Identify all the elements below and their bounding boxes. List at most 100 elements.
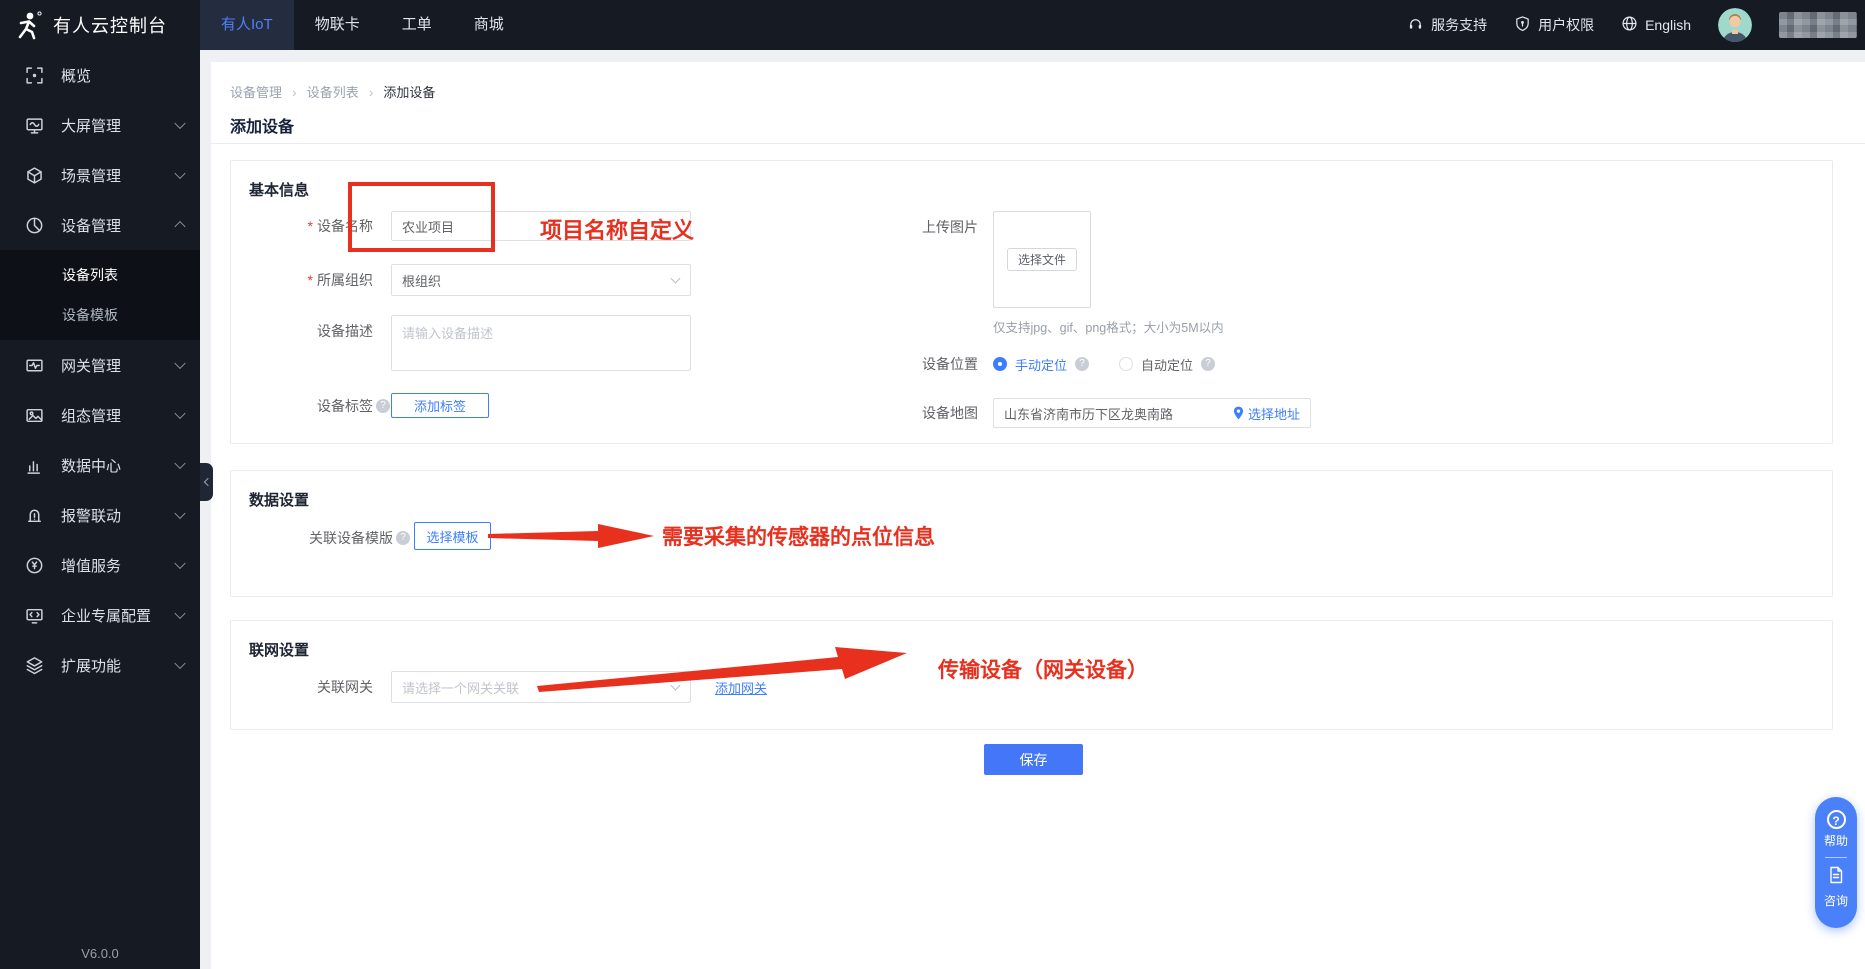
chevron-down-icon <box>174 168 185 179</box>
sidebar-item-device-list[interactable]: 设备列表 <box>0 255 200 295</box>
question-circle-icon[interactable] <box>1827 810 1846 829</box>
username-redacted[interactable] <box>1779 12 1857 38</box>
sidebar-item-scene-mgmt[interactable]: 场景管理 <box>0 150 200 200</box>
sidebar-item-gateway-mgmt[interactable]: 网关管理 <box>0 340 200 390</box>
tags-label: 设备标签 <box>231 394 373 418</box>
divider <box>1825 857 1847 858</box>
help-icon[interactable] <box>1075 357 1089 371</box>
chevron-down-icon <box>174 658 185 669</box>
layout-gutter <box>200 50 1865 62</box>
help-button[interactable]: 帮助 <box>1824 832 1848 849</box>
sidebar-item-data-center[interactable]: 数据中心 <box>0 440 200 490</box>
chevron-down-icon <box>174 118 185 129</box>
choose-address-link[interactable]: 选择地址 <box>1233 404 1300 423</box>
sidebar-item-enterprise-config[interactable]: 企业专属配置 <box>0 590 200 640</box>
version-label: V6.0.0 <box>0 946 200 961</box>
save-button[interactable]: 保存 <box>984 744 1083 775</box>
manual-location-option[interactable]: 手动定位 <box>1015 355 1067 374</box>
auto-location-radio[interactable] <box>1119 357 1133 371</box>
add-gateway-link[interactable]: 添加网关 <box>715 678 767 697</box>
device-map-label: 设备地图 <box>778 398 978 428</box>
tab-usr-iot[interactable]: 有人IoT <box>200 0 294 50</box>
gateway-icon <box>25 356 44 375</box>
breadcrumb-device-mgmt[interactable]: 设备管理 <box>230 82 282 101</box>
chevron-down-icon <box>174 358 185 369</box>
document-icon[interactable] <box>1827 866 1845 889</box>
manual-location-radio[interactable] <box>993 357 1007 371</box>
breadcrumb: 设备管理 设备列表 添加设备 <box>230 82 435 101</box>
data-settings-card: 数据设置 关联设备模版 选择模板 <box>230 470 1833 597</box>
help-icon[interactable] <box>376 399 390 413</box>
main-content: 设备管理 设备列表 添加设备 添加设备 基本信息 *设备名称 农业项目 *所属组… <box>200 50 1865 969</box>
chevron-down-icon <box>174 558 185 569</box>
big-screen-icon <box>25 116 44 135</box>
chevron-down-icon <box>174 408 185 419</box>
monitor-code-icon <box>25 606 44 625</box>
sidebar-collapse-handle[interactable] <box>200 463 213 501</box>
bar-chart-icon <box>25 456 44 475</box>
sidebar-item-alarm-linkage[interactable]: 报警联动 <box>0 490 200 540</box>
organization-select[interactable]: 根组织 <box>391 264 691 296</box>
help-icon[interactable] <box>396 531 410 545</box>
user-permission[interactable]: 用户权限 <box>1514 15 1594 35</box>
required-asterisk: * <box>308 218 313 234</box>
layout-gutter <box>200 50 211 969</box>
breadcrumb-separator <box>292 84 297 100</box>
auto-location-option[interactable]: 自动定位 <box>1141 355 1193 374</box>
tab-work-order[interactable]: 工单 <box>381 0 453 50</box>
description-label: 设备描述 <box>231 321 373 341</box>
sidebar-item-screen-mgmt[interactable]: 大屏管理 <box>0 100 200 150</box>
breadcrumb-device-list[interactable]: 设备列表 <box>307 82 359 101</box>
sidebar-item-device-mgmt[interactable]: 设备管理 <box>0 200 200 250</box>
device-template-label: 关联设备模版 <box>231 528 393 548</box>
location-pin-icon <box>1233 406 1244 420</box>
section-title-data-settings: 数据设置 <box>249 489 309 510</box>
divider <box>211 143 1865 144</box>
app-window: 有人云控制台 有人IoT 物联卡 工单 商城 服务支持 用户权限 <box>0 0 1865 969</box>
help-icon[interactable] <box>1201 357 1215 371</box>
header-right: 服务支持 用户权限 English <box>1407 8 1865 42</box>
annotation-template-note: 需要采集的传感器的点位信息 <box>662 521 935 551</box>
chevron-down-icon <box>671 274 681 284</box>
globe-icon <box>1621 15 1638 35</box>
choose-file-button[interactable]: 选择文件 <box>1007 248 1077 271</box>
location-radio-group: 手动定位 自动定位 <box>993 353 1215 375</box>
app-title: 有人云控制台 <box>53 12 167 38</box>
add-tag-button[interactable]: 添加标签 <box>391 393 489 418</box>
upload-image-label: 上传图片 <box>778 217 978 237</box>
usr-logo-icon <box>13 10 43 40</box>
sidebar-item-device-template[interactable]: 设备模板 <box>0 295 200 335</box>
sidebar-item-overview[interactable]: 概览 <box>0 50 200 100</box>
description-textarea[interactable]: 请输入设备描述 <box>391 315 691 371</box>
chevron-down-icon <box>174 608 185 619</box>
avatar[interactable] <box>1718 8 1752 42</box>
headset-icon <box>1407 15 1424 35</box>
sidebar-item-extensions[interactable]: 扩展功能 <box>0 640 200 690</box>
tab-mall[interactable]: 商城 <box>453 0 525 50</box>
upload-hint: 仅支持jpg、gif、png格式；大小为5M以内 <box>993 317 1224 336</box>
chevron-down-icon <box>174 508 185 519</box>
chevron-up-icon <box>174 221 185 232</box>
language-switcher[interactable]: English <box>1621 15 1691 35</box>
device-mgmt-submenu: 设备列表 设备模板 <box>0 250 200 340</box>
device-map-input[interactable]: 山东省济南市历下区龙奥南路 选择地址 <box>993 398 1311 428</box>
chevron-down-icon <box>671 681 681 691</box>
logo-area[interactable]: 有人云控制台 <box>0 0 200 50</box>
sidebar: 概览 大屏管理 场景管理 设备管理 设备列表 设备模板 网关管理 组态 <box>0 50 200 969</box>
basic-info-card: 基本信息 *设备名称 农业项目 *所属组织 根组织 设备描述 请输入设备描述 设… <box>230 160 1833 444</box>
gateway-select[interactable]: 请选择一个网关关联 <box>391 671 691 703</box>
tab-iot-card[interactable]: 物联卡 <box>294 0 381 50</box>
sidebar-item-config-mgmt[interactable]: 组态管理 <box>0 390 200 440</box>
overview-icon <box>25 66 44 85</box>
device-name-label: *设备名称 <box>231 216 373 236</box>
pie-chart-icon <box>25 216 44 235</box>
select-template-button[interactable]: 选择模板 <box>414 522 491 550</box>
upload-dropzone[interactable]: 选择文件 <box>993 211 1091 308</box>
sidebar-item-value-added[interactable]: 增值服务 <box>0 540 200 590</box>
consult-button[interactable]: 咨询 <box>1824 892 1848 909</box>
device-location-label: 设备位置 <box>778 353 978 375</box>
chevron-down-icon <box>174 458 185 469</box>
service-support[interactable]: 服务支持 <box>1407 15 1487 35</box>
annotation-gateway-note: 传输设备（网关设备） <box>938 654 1148 684</box>
chevron-left-icon <box>203 478 211 486</box>
